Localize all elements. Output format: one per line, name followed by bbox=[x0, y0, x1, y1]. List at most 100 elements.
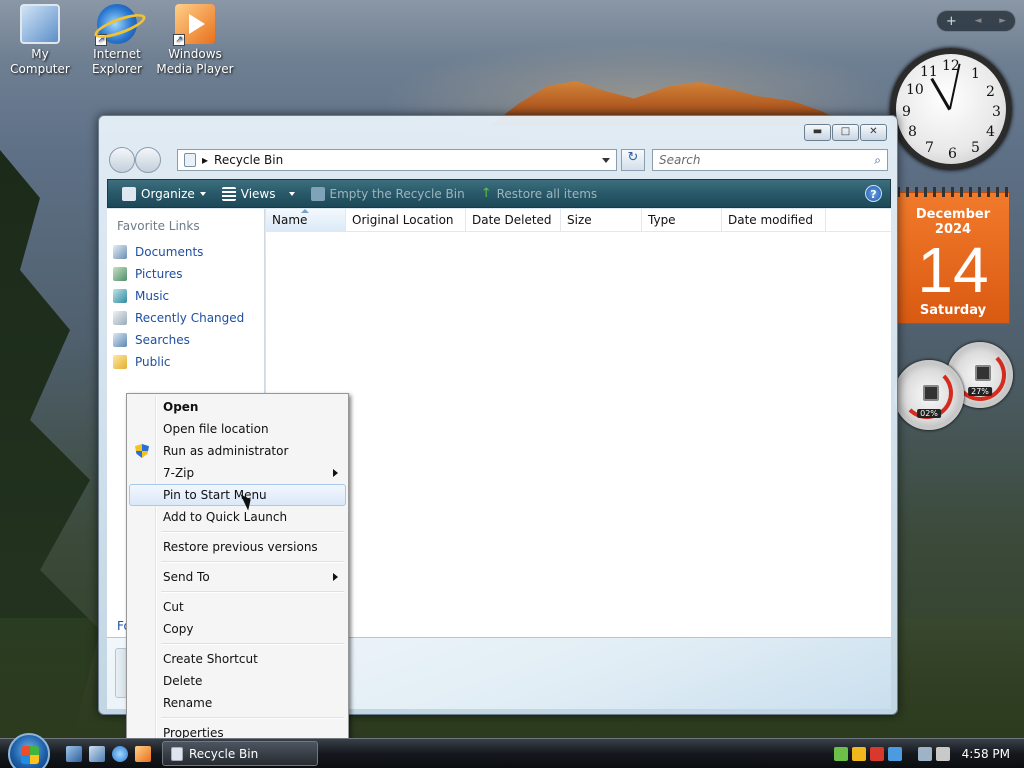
calendar-month: December 2024 bbox=[915, 207, 991, 237]
menu-item-label: Run as administrator bbox=[163, 444, 289, 458]
search-icon[interactable]: ⌕ bbox=[874, 153, 881, 168]
views-button[interactable]: Views bbox=[214, 180, 303, 207]
menu-separator bbox=[129, 528, 346, 536]
column-header-size[interactable]: Size bbox=[561, 209, 642, 231]
menu-item-label: Delete bbox=[163, 674, 203, 688]
desktop-icon-internet-explorer[interactable]: ↗ Internet Explorer bbox=[77, 0, 157, 77]
clock-number: 4 bbox=[986, 124, 995, 140]
close-button[interactable]: ✕ bbox=[860, 124, 887, 141]
show-desktop-icon[interactable] bbox=[66, 746, 82, 762]
cpu-meter-value: 02% bbox=[917, 409, 941, 418]
organize-button[interactable]: Organize bbox=[114, 180, 214, 207]
window-controls: ▬ □ ✕ bbox=[804, 124, 887, 141]
favorite-link-label: Documents bbox=[135, 245, 204, 259]
desktop-icon-my-computer[interactable]: My Computer bbox=[0, 0, 80, 77]
favorite-link-public[interactable]: Public bbox=[107, 351, 264, 373]
taskbar: Recycle Bin 4:58 PM bbox=[0, 733, 1024, 768]
internet-explorer-icon[interactable] bbox=[112, 746, 128, 762]
menu-item-cut[interactable]: Cut bbox=[129, 596, 346, 618]
favorite-link-music[interactable]: Music bbox=[107, 285, 264, 307]
favorite-link-pictures[interactable]: Pictures bbox=[107, 263, 264, 285]
taskbar-button-recycle-bin[interactable]: Recycle Bin bbox=[162, 741, 318, 766]
notification-area: 4:58 PM bbox=[833, 739, 1024, 768]
alert-tray-icon[interactable] bbox=[869, 747, 884, 761]
refresh-button[interactable]: ↻ bbox=[621, 149, 645, 171]
help-icon[interactable]: ? bbox=[865, 185, 882, 202]
recently-changed-icon bbox=[113, 311, 127, 325]
breadcrumb[interactable]: Recycle Bin bbox=[214, 153, 283, 167]
security-shield-icon[interactable] bbox=[851, 747, 866, 761]
previous-gadget-button[interactable]: ◄ bbox=[975, 16, 982, 26]
favorite-link-label: Public bbox=[135, 355, 171, 369]
volume-muted-icon[interactable] bbox=[935, 747, 950, 761]
shortcut-arrow-icon: ↗ bbox=[95, 34, 107, 46]
menu-item-pin-to-start-menu[interactable]: Pin to Start Menu bbox=[129, 484, 346, 506]
cpu-meter-gadget[interactable]: 02% bbox=[894, 360, 964, 430]
favorite-link-documents[interactable]: Documents bbox=[107, 241, 264, 263]
clock-number: 5 bbox=[971, 140, 980, 156]
restore-all-items-label: Restore all items bbox=[496, 186, 598, 201]
favorite-link-recently-changed[interactable]: Recently Changed bbox=[107, 307, 264, 329]
clock-time[interactable]: 4:58 PM bbox=[962, 747, 1010, 761]
calendar-rings bbox=[897, 187, 1011, 197]
context-menu: Open Open file location Run as administr… bbox=[126, 393, 349, 746]
file-list[interactable]: Name Original Location Date Deleted Size… bbox=[266, 209, 891, 637]
menu-item-open-file-location[interactable]: Open file location bbox=[129, 418, 346, 440]
menu-item-delete[interactable]: Delete bbox=[129, 670, 346, 692]
favorite-link-searches[interactable]: Searches bbox=[107, 329, 264, 351]
clock-gadget[interactable]: 12 1 2 3 4 5 6 7 8 9 10 11 bbox=[890, 48, 1012, 170]
update-tray-icon[interactable] bbox=[887, 747, 902, 761]
clock-number: 9 bbox=[902, 104, 911, 120]
menu-item-restore-previous-versions[interactable]: Restore previous versions bbox=[129, 536, 346, 558]
column-header-date-deleted[interactable]: Date Deleted bbox=[466, 209, 561, 231]
empty-recycle-bin-label: Empty the Recycle Bin bbox=[329, 186, 465, 201]
search-input[interactable]: Search ⌕ bbox=[652, 149, 888, 171]
media-player-icon[interactable] bbox=[135, 746, 151, 762]
menu-separator bbox=[129, 558, 346, 566]
menu-item-copy[interactable]: Copy bbox=[129, 618, 346, 640]
search-placeholder: Search bbox=[659, 153, 701, 167]
column-header-date-modified[interactable]: Date modified bbox=[722, 209, 826, 231]
menu-item-rename[interactable]: Rename bbox=[129, 692, 346, 714]
address-bar[interactable]: ▸ Recycle Bin bbox=[177, 149, 617, 171]
start-button[interactable] bbox=[8, 733, 50, 768]
maximize-button[interactable]: □ bbox=[832, 124, 859, 141]
clock-number: 6 bbox=[948, 146, 957, 162]
address-dropdown-icon[interactable] bbox=[602, 157, 610, 163]
restore-all-items-button[interactable]: ↑ Restore all items bbox=[473, 180, 605, 207]
minimize-button[interactable]: ▬ bbox=[804, 124, 831, 141]
menu-item-add-to-quick-launch[interactable]: Add to Quick Launch bbox=[129, 506, 346, 528]
back-button[interactable] bbox=[109, 147, 135, 173]
views-icon bbox=[221, 186, 236, 201]
public-folder-icon bbox=[113, 355, 127, 369]
desktop-icon-label: Windows bbox=[168, 47, 222, 61]
desktop-icon-label-line2: Explorer bbox=[92, 62, 142, 76]
menu-item-open[interactable]: Open bbox=[129, 396, 346, 418]
favorite-link-label: Pictures bbox=[135, 267, 183, 281]
menu-item-create-shortcut[interactable]: Create Shortcut bbox=[129, 648, 346, 670]
empty-recycle-bin-button[interactable]: Empty the Recycle Bin bbox=[303, 180, 473, 207]
column-header-type[interactable]: Type bbox=[642, 209, 722, 231]
submenu-arrow-icon bbox=[333, 469, 338, 477]
clock-hour-hand bbox=[930, 77, 951, 111]
next-gadget-button[interactable]: ► bbox=[999, 16, 1006, 26]
menu-item-run-as-administrator[interactable]: Run as administrator bbox=[129, 440, 346, 462]
menu-item-7zip[interactable]: 7-Zip bbox=[129, 462, 346, 484]
column-header-original-location[interactable]: Original Location bbox=[346, 209, 466, 231]
menu-item-send-to[interactable]: Send To bbox=[129, 566, 346, 588]
network-tray-icon[interactable] bbox=[833, 747, 848, 761]
forward-button[interactable] bbox=[135, 147, 161, 173]
menu-item-label: Open file location bbox=[163, 422, 269, 436]
add-gadget-button[interactable]: + bbox=[946, 14, 957, 29]
menu-item-label: Cut bbox=[163, 600, 184, 614]
column-header-name[interactable]: Name bbox=[266, 209, 346, 231]
switch-windows-icon[interactable] bbox=[89, 746, 105, 762]
menu-item-label: Copy bbox=[163, 622, 194, 636]
clock-number: 7 bbox=[925, 140, 934, 156]
clock-number: 3 bbox=[992, 104, 1001, 120]
network-status-icon[interactable] bbox=[917, 747, 932, 761]
windows-logo-icon bbox=[21, 746, 39, 764]
taskbar-button-label: Recycle Bin bbox=[189, 746, 259, 761]
desktop-icon-windows-media-player[interactable]: ↗ Windows Media Player bbox=[155, 0, 235, 77]
calendar-gadget[interactable]: December 2024 14 Saturday bbox=[896, 187, 1011, 324]
